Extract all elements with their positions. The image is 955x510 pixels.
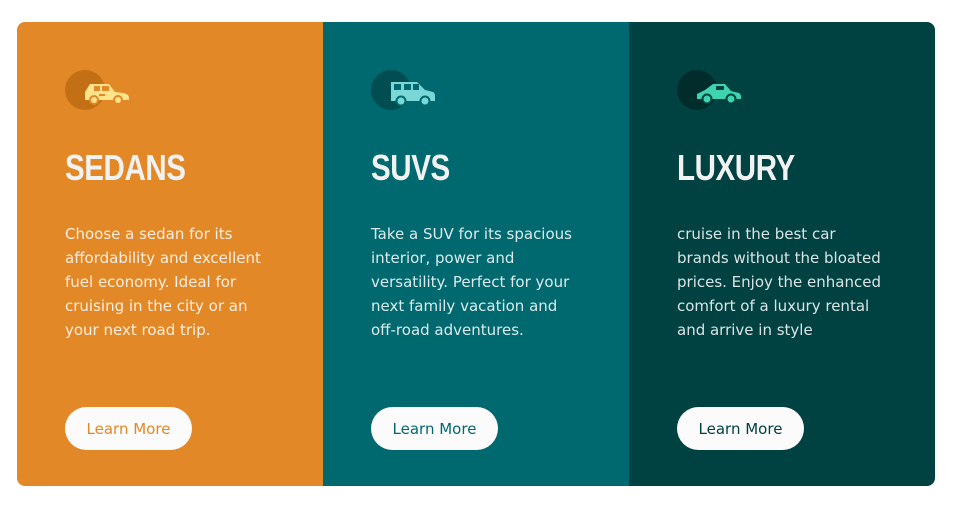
learn-more-button[interactable]: Learn More <box>65 407 192 450</box>
learn-more-button[interactable]: Learn More <box>677 407 804 450</box>
learn-more-button[interactable]: Learn More <box>371 407 498 450</box>
card-description: Choose a sedan for its affordability and… <box>65 225 261 339</box>
car-category-cards: Sedans Choose a sedan for its affordabil… <box>17 22 935 486</box>
card-title: SUVs <box>371 147 450 188</box>
card-title: Sedans <box>65 147 186 188</box>
card-description: cruise in the best car brands without th… <box>677 225 881 339</box>
suv-car-icon <box>371 70 435 110</box>
card-description: Take a SUV for its spacious interior, po… <box>371 225 572 339</box>
card-sedans: Sedans Choose a sedan for its affordabil… <box>17 22 323 486</box>
card-title: Luxury <box>677 147 795 188</box>
card-suvs: SUVs Take a SUV for its spacious interio… <box>323 22 629 486</box>
luxury-car-icon <box>677 70 741 110</box>
card-luxury: Luxury cruise in the best car brands wit… <box>629 22 935 486</box>
sedan-car-icon <box>65 70 129 110</box>
